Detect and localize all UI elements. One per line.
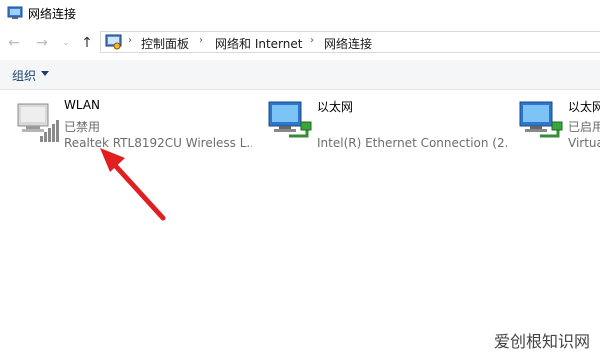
connection-item-wlan[interactable]: WLAN 已禁用 Realtek RTL8192CU Wireless L...: [12, 96, 252, 156]
breadcrumb-separator[interactable]: ›: [199, 35, 203, 46]
wireless-adapter-disabled-icon: [17, 103, 59, 142]
title-bar: 网络连接: [0, 0, 600, 27]
breadcrumb-separator[interactable]: ›: [310, 35, 314, 46]
chevron-down-icon[interactable]: [41, 71, 49, 76]
network-connections-icon: [7, 6, 23, 19]
breadcrumb-control-panel[interactable]: 控制面板: [141, 35, 189, 52]
control-panel-icon: [105, 34, 122, 50]
arrow-right-icon[interactable]: →: [33, 35, 51, 51]
connection-device: Realtek RTL8192CU Wireless L...: [64, 136, 252, 150]
ethernet-adapter-icon: [268, 101, 312, 138]
window-title: 网络连接: [28, 7, 77, 21]
breadcrumb-network-connections[interactable]: 网络连接: [324, 35, 372, 52]
watermark-text: 爱创根知识网: [493, 332, 590, 351]
command-bar: 组织: [0, 60, 600, 90]
ethernet-adapter-icon: [519, 101, 563, 138]
connection-status: 已启用: [568, 120, 600, 134]
connection-status: 已禁用: [64, 120, 101, 134]
connection-device: Intel(R) Ethernet Connection (2...: [317, 136, 507, 150]
connection-name: WLAN: [64, 98, 101, 112]
connection-device: Virtua: [568, 136, 600, 150]
arrow-left-icon[interactable]: ←: [5, 35, 23, 51]
address-bar[interactable]: › 控制面板 › 网络和 Internet › 网络连接: [100, 31, 600, 53]
connection-name: 以太网: [317, 100, 354, 114]
organize-button[interactable]: 组织: [12, 67, 36, 84]
navigation-bar: ← → ⌄ ↑ › 控制面板 › 网络和 Internet › 网络连接: [0, 27, 600, 59]
chevron-down-icon[interactable]: ⌄: [57, 35, 75, 51]
arrow-up-icon[interactable]: ↑: [78, 35, 96, 51]
breadcrumb-network-internet[interactable]: 网络和 Internet: [215, 35, 302, 52]
connection-item-ethernet[interactable]: 以太网 Intel(R) Ethernet Connection (2...: [265, 96, 510, 156]
connection-item-ethernet-2[interactable]: 以太网 已启用 Virtua: [516, 96, 600, 156]
connection-name: 以太网: [568, 100, 600, 114]
breadcrumb-separator[interactable]: ›: [128, 35, 132, 46]
